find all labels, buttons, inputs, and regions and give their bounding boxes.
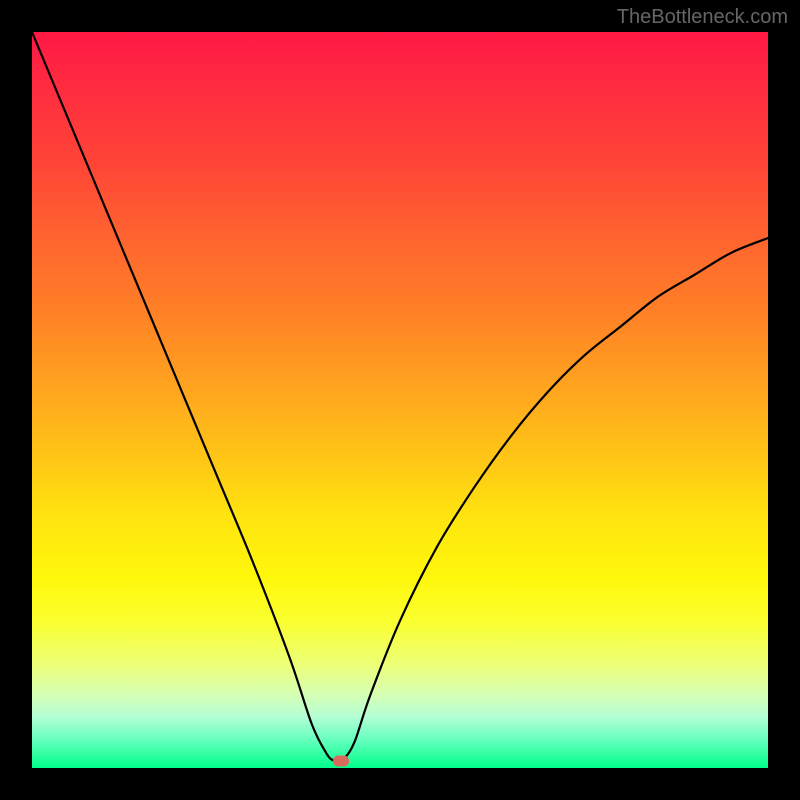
optimum-marker xyxy=(333,755,349,766)
chart-curve-svg xyxy=(32,32,768,768)
chart-plot-area xyxy=(32,32,768,768)
watermark-text: TheBottleneck.com xyxy=(617,6,788,29)
bottleneck-curve-path xyxy=(32,32,768,762)
